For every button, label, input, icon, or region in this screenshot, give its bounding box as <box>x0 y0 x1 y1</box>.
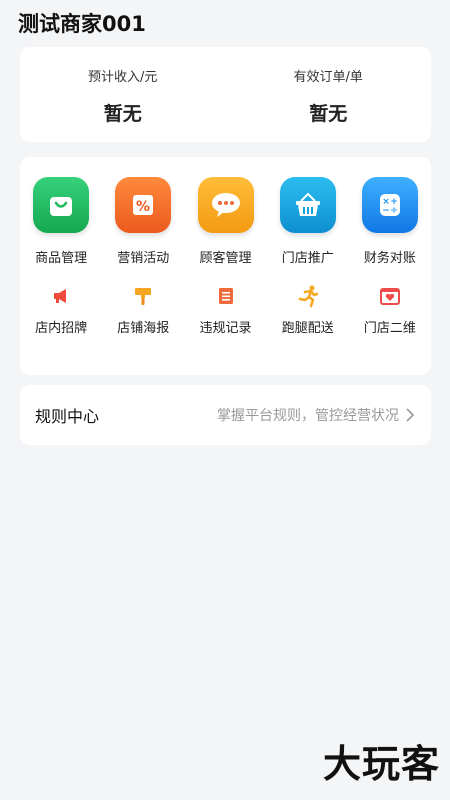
rules-center-row[interactable]: 规则中心 掌握平台规则，管控经营状况 <box>20 385 431 445</box>
feature-label: 店铺海报 <box>117 321 170 336</box>
feature-store-signboard[interactable]: 店内招牌 <box>20 284 102 336</box>
feature-store-poster[interactable]: 店铺海报 <box>102 284 184 336</box>
primary-features-row: 商品管理 % 营销活动 顾客管理 门店推广 × + − ÷ 财务对账 <box>20 177 431 266</box>
stat-orders[interactable]: 有效订单/单 暂无 <box>226 47 432 142</box>
rules-description: 掌握平台规则，管控经营状况 <box>217 408 399 424</box>
rules-title: 规则中心 <box>35 407 100 426</box>
feature-label: 店内招牌 <box>35 321 88 336</box>
feature-label: 财务对账 <box>363 251 416 266</box>
qr-heart-icon <box>378 284 402 308</box>
secondary-features-row: 店内招牌 店铺海报 违规记录 跑腿配送 门店二维 <box>20 284 431 336</box>
feature-errand-delivery[interactable]: 跑腿配送 <box>267 284 349 336</box>
features-card: 商品管理 % 营销活动 顾客管理 门店推广 × + − ÷ 财务对账 店内招牌 … <box>20 157 431 375</box>
feature-customer-management[interactable]: 顾客管理 <box>184 177 266 266</box>
rules-right: 掌握平台规则，管控经营状况 <box>217 405 415 425</box>
discount-ticket-icon: % <box>115 177 172 233</box>
feature-label: 门店二维 <box>363 321 416 336</box>
megaphone-icon <box>49 284 73 308</box>
stat-value: 暂无 <box>309 103 348 125</box>
feature-label: 门店推广 <box>281 251 334 266</box>
chevron-right-icon <box>406 408 415 422</box>
basket-icon <box>279 177 336 233</box>
watermark-logo: 大玩客 <box>322 742 440 786</box>
svg-text:−: − <box>382 206 390 216</box>
feature-store-promotion[interactable]: 门店推广 <box>267 177 349 266</box>
calculator-icon: × + − ÷ <box>361 177 418 233</box>
feature-label: 跑腿配送 <box>281 321 334 336</box>
feature-finance-reconciliation[interactable]: × + − ÷ 财务对账 <box>349 177 431 266</box>
feature-label: 商品管理 <box>35 251 88 266</box>
stats-card: 预计收入/元 暂无 有效订单/单 暂无 <box>20 47 431 142</box>
stat-value: 暂无 <box>103 103 142 125</box>
paint-brush-icon <box>131 284 155 308</box>
feature-label: 营销活动 <box>117 251 170 266</box>
stat-label: 有效订单/单 <box>293 70 363 85</box>
svg-text:%: % <box>136 199 150 215</box>
feature-violation-records[interactable]: 违规记录 <box>184 284 266 336</box>
svg-text:÷: ÷ <box>390 206 398 216</box>
runner-icon <box>296 284 320 308</box>
feature-label: 顾客管理 <box>199 251 252 266</box>
list-doc-icon <box>214 284 238 308</box>
feature-store-qrcode[interactable]: 门店二维 <box>349 284 431 336</box>
stat-label: 预计收入/元 <box>88 70 158 85</box>
feature-product-management[interactable]: 商品管理 <box>20 177 102 266</box>
chat-bubble-icon <box>197 177 254 233</box>
feature-label: 违规记录 <box>199 321 252 336</box>
feature-marketing[interactable]: % 营销活动 <box>102 177 184 266</box>
stat-income[interactable]: 预计收入/元 暂无 <box>20 47 226 142</box>
page-title: 测试商家001 <box>18 12 146 36</box>
shopping-bag-icon <box>33 177 90 233</box>
